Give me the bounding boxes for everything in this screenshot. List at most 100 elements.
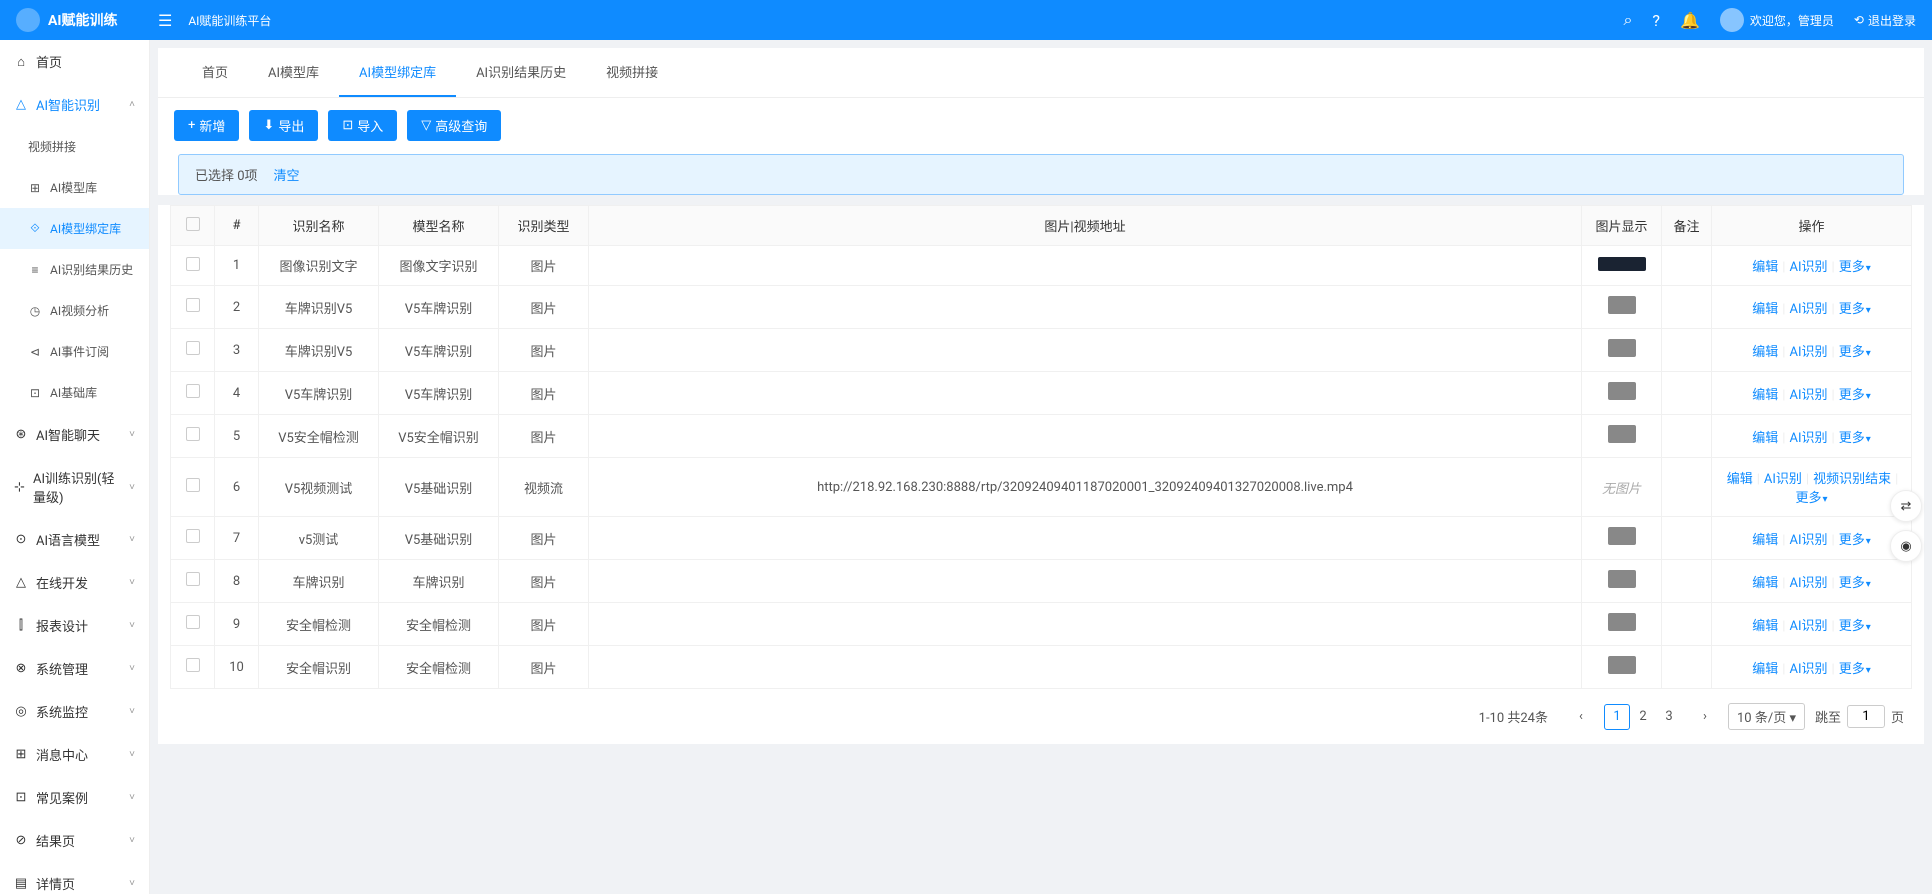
page-jump-input[interactable] bbox=[1847, 705, 1885, 728]
prev-page[interactable]: ‹ bbox=[1568, 704, 1594, 730]
thumbnail[interactable] bbox=[1598, 257, 1646, 271]
sidebar-item-11[interactable]: ⊙AI语言模型˅ bbox=[0, 518, 149, 561]
advanced-search-button[interactable]: ▽高级查询 bbox=[407, 110, 501, 141]
sidebar-item-2[interactable]: 视频拼接 bbox=[0, 126, 149, 167]
video-end-link[interactable]: 视频识别结束 bbox=[1813, 472, 1891, 487]
more-link[interactable]: 更多▾ bbox=[1839, 260, 1871, 275]
user-area[interactable]: 欢迎您，管理员 bbox=[1720, 8, 1834, 32]
row-checkbox[interactable] bbox=[186, 341, 200, 355]
ai-link[interactable]: AI识别 bbox=[1789, 302, 1827, 317]
ai-link[interactable]: AI识别 bbox=[1789, 662, 1827, 677]
sidebar-item-8[interactable]: ⊡AI基础库 bbox=[0, 372, 149, 413]
menu-collapse-icon[interactable]: ☰ bbox=[158, 11, 172, 30]
logout-button[interactable]: ⟲ 退出登录 bbox=[1854, 12, 1916, 29]
edit-link[interactable]: 编辑 bbox=[1727, 472, 1753, 487]
row-checkbox[interactable] bbox=[186, 529, 200, 543]
tab-4[interactable]: 视频拼接 bbox=[586, 48, 678, 97]
row-checkbox[interactable] bbox=[186, 478, 200, 492]
sidebar-item-17[interactable]: ⊡常见案例˅ bbox=[0, 776, 149, 819]
row-checkbox[interactable] bbox=[186, 572, 200, 586]
add-button[interactable]: +新增 bbox=[174, 110, 239, 141]
sidebar-item-10[interactable]: ⊹AI训练识别(轻量级)˅ bbox=[0, 456, 149, 518]
header-right: ⌕ ? 🔔 欢迎您，管理员 ⟲ 退出登录 bbox=[1623, 8, 1916, 32]
sidebar-item-19[interactable]: ▤详情页˅ bbox=[0, 862, 149, 894]
more-link[interactable]: 更多▾ bbox=[1839, 345, 1871, 360]
thumbnail[interactable] bbox=[1608, 296, 1636, 314]
sidebar-item-9[interactable]: ⊛AI智能聊天˅ bbox=[0, 413, 149, 456]
tab-3[interactable]: AI识别结果历史 bbox=[456, 48, 586, 97]
tab-2[interactable]: AI模型绑定库 bbox=[339, 48, 456, 97]
more-link[interactable]: 更多▾ bbox=[1795, 491, 1827, 506]
translate-button[interactable]: ⇄ bbox=[1890, 490, 1922, 522]
thumbnail[interactable] bbox=[1608, 656, 1636, 674]
export-button[interactable]: ⬇导出 bbox=[249, 110, 318, 141]
edit-link[interactable]: 编辑 bbox=[1752, 533, 1778, 548]
sidebar-item-1[interactable]: △AI智能识别˄ bbox=[0, 83, 149, 126]
page-2[interactable]: 2 bbox=[1630, 704, 1656, 730]
thumbnail[interactable] bbox=[1608, 425, 1636, 443]
sidebar-item-15[interactable]: ◎系统监控˅ bbox=[0, 690, 149, 733]
sidebar-item-5[interactable]: ≡AI识别结果历史 bbox=[0, 249, 149, 290]
row-checkbox[interactable] bbox=[186, 298, 200, 312]
cell-image bbox=[1582, 646, 1662, 689]
sidebar-item-16[interactable]: ⊞消息中心˅ bbox=[0, 733, 149, 776]
sidebar-item-13[interactable]: ⫿报表设计˅ bbox=[0, 604, 149, 647]
clear-selection[interactable]: 清空 bbox=[274, 165, 300, 184]
sidebar-item-4[interactable]: ⟐AI模型绑定库 bbox=[0, 208, 149, 249]
more-link[interactable]: 更多▾ bbox=[1839, 576, 1871, 591]
ai-link[interactable]: AI识别 bbox=[1789, 576, 1827, 591]
tab-1[interactable]: AI模型库 bbox=[248, 48, 339, 97]
ai-link[interactable]: AI识别 bbox=[1789, 388, 1827, 403]
edit-link[interactable]: 编辑 bbox=[1752, 345, 1778, 360]
sidebar-item-0[interactable]: ⌂首页 bbox=[0, 40, 149, 83]
thumbnail[interactable] bbox=[1608, 382, 1636, 400]
ai-link[interactable]: AI识别 bbox=[1789, 431, 1827, 446]
sidebar-item-7[interactable]: ⊲AI事件订阅 bbox=[0, 331, 149, 372]
more-link[interactable]: 更多▾ bbox=[1839, 388, 1871, 403]
edit-link[interactable]: 编辑 bbox=[1752, 260, 1778, 275]
row-checkbox[interactable] bbox=[186, 658, 200, 672]
import-button[interactable]: ⊡导入 bbox=[328, 110, 397, 141]
sidebar-item-3[interactable]: ⊞AI模型库 bbox=[0, 167, 149, 208]
row-checkbox[interactable] bbox=[186, 257, 200, 271]
ai-link[interactable]: AI识别 bbox=[1789, 345, 1827, 360]
thumbnail[interactable] bbox=[1608, 570, 1636, 588]
row-checkbox[interactable] bbox=[186, 384, 200, 398]
more-link[interactable]: 更多▾ bbox=[1839, 302, 1871, 317]
bell-icon[interactable]: 🔔 bbox=[1680, 11, 1700, 30]
tab-0[interactable]: 首页 bbox=[182, 48, 248, 97]
thumbnail[interactable] bbox=[1608, 527, 1636, 545]
more-link[interactable]: 更多▾ bbox=[1839, 619, 1871, 634]
row-checkbox[interactable] bbox=[186, 615, 200, 629]
row-checkbox[interactable] bbox=[186, 427, 200, 441]
sidebar-item-6[interactable]: ◷AI视频分析 bbox=[0, 290, 149, 331]
edit-link[interactable]: 编辑 bbox=[1752, 388, 1778, 403]
ai-link[interactable]: AI识别 bbox=[1789, 619, 1827, 634]
ai-link[interactable]: AI识别 bbox=[1789, 260, 1827, 275]
sidebar-item-12[interactable]: △在线开发˅ bbox=[0, 561, 149, 604]
page-1[interactable]: 1 bbox=[1604, 704, 1630, 730]
download-icon: ⬇ bbox=[263, 118, 274, 133]
edit-link[interactable]: 编辑 bbox=[1752, 662, 1778, 677]
data-table: # 识别名称 模型名称 识别类型 图片|视频地址 图片显示 备注 操作 1图像识… bbox=[170, 205, 1912, 689]
select-all-checkbox[interactable] bbox=[186, 217, 200, 231]
edit-link[interactable]: 编辑 bbox=[1752, 431, 1778, 446]
page-3[interactable]: 3 bbox=[1656, 704, 1682, 730]
ai-link[interactable]: AI识别 bbox=[1764, 472, 1802, 487]
sidebar-item-14[interactable]: ⊗系统管理˅ bbox=[0, 647, 149, 690]
thumbnail[interactable] bbox=[1608, 339, 1636, 357]
edit-link[interactable]: 编辑 bbox=[1752, 302, 1778, 317]
search-icon[interactable]: ⌕ bbox=[1623, 10, 1632, 30]
page-size-select[interactable]: 10 条/页 ▾ bbox=[1728, 703, 1805, 730]
more-link[interactable]: 更多▾ bbox=[1839, 431, 1871, 446]
ai-link[interactable]: AI识别 bbox=[1789, 533, 1827, 548]
sidebar-item-18[interactable]: ⊘结果页˅ bbox=[0, 819, 149, 862]
edit-link[interactable]: 编辑 bbox=[1752, 619, 1778, 634]
more-link[interactable]: 更多▾ bbox=[1839, 662, 1871, 677]
edit-link[interactable]: 编辑 bbox=[1752, 576, 1778, 591]
help-icon[interactable]: ? bbox=[1652, 11, 1660, 30]
thumbnail[interactable] bbox=[1608, 613, 1636, 631]
more-link[interactable]: 更多▾ bbox=[1839, 533, 1871, 548]
assistant-button[interactable]: ◉ bbox=[1890, 530, 1922, 562]
next-page[interactable]: › bbox=[1692, 704, 1718, 730]
